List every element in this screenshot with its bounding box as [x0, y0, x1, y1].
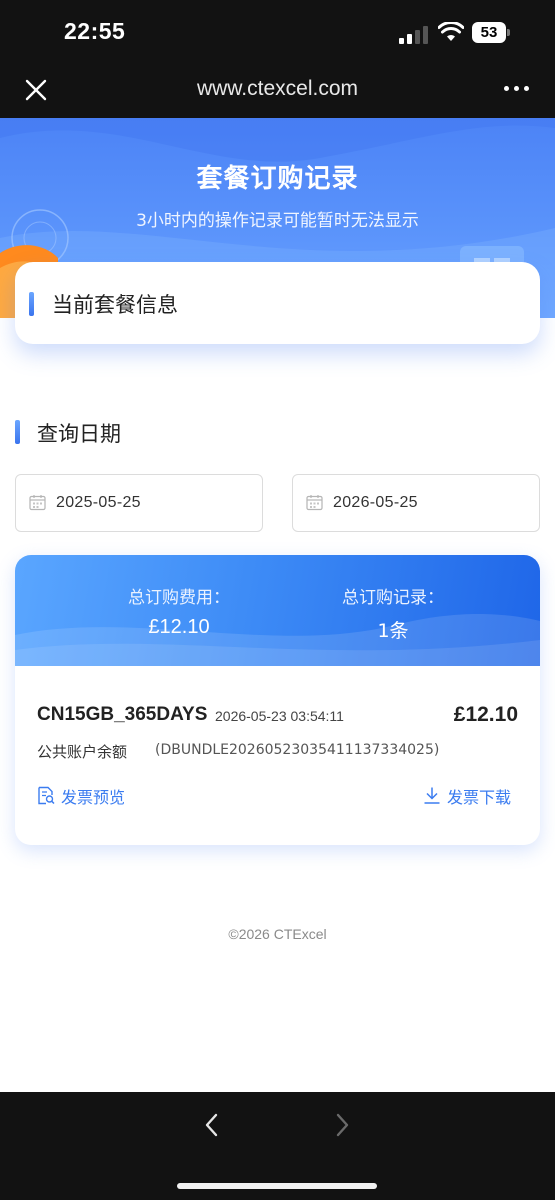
order-package-name: CN15GB_365DAYS	[37, 704, 208, 725]
url-display[interactable]: www.ctexcel.com	[0, 77, 555, 101]
invoice-preview-icon	[38, 786, 55, 805]
calendar-icon	[306, 495, 323, 511]
start-date-picker[interactable]: 2025-05-25	[15, 474, 263, 532]
order-payment-account: 公共账户余额	[37, 743, 128, 761]
invoice-preview-label: 发票预览	[61, 788, 126, 807]
section-accent-bar	[29, 292, 34, 316]
back-arrow-icon[interactable]	[200, 1112, 224, 1138]
order-id: (DBUNDLE20260523035411137334025)	[155, 742, 440, 758]
home-indicator[interactable]	[177, 1183, 377, 1189]
order-summary-card: 总订购费用： £12.10 总订购记录： 1条 CN15GB_365DAYS 2…	[15, 555, 540, 845]
start-date-value: 2025-05-25	[56, 494, 141, 511]
total-records-block: 总订购记录： 1条	[293, 583, 493, 643]
total-fee-block: 总订购费用： £12.10	[79, 583, 279, 639]
more-dots-icon[interactable]	[504, 86, 534, 96]
battery-level: 53	[472, 22, 506, 43]
footer-copyright: ©2026 CTExcel	[228, 926, 327, 942]
query-date-title: 查询日期	[37, 422, 121, 446]
summary-header: 总订购费用： £12.10 总订购记录： 1条	[15, 555, 540, 666]
total-fee-label: 总订购费用：	[128, 588, 230, 608]
forward-arrow-icon[interactable]	[330, 1112, 354, 1138]
total-fee-value: £12.10	[148, 616, 210, 638]
page-title: 套餐订购记录	[196, 164, 359, 194]
end-date-picker[interactable]: 2026-05-25	[292, 474, 540, 532]
end-date-value: 2026-05-25	[333, 494, 418, 511]
status-bar: 22:55 53	[0, 0, 555, 62]
wifi-icon	[438, 22, 464, 41]
current-package-title: 当前套餐信息	[52, 293, 178, 317]
browser-nav-bar: www.ctexcel.com	[0, 62, 555, 118]
status-time: 22:55	[64, 18, 126, 44]
invoice-download-label: 发票下载	[447, 788, 512, 807]
page-subtitle: 3小时内的操作记录可能暂时无法显示	[136, 211, 419, 231]
section-accent-bar	[15, 420, 20, 444]
order-time: 2026-05-23 03:54:11	[215, 708, 344, 724]
total-records-label: 总订购记录：	[342, 588, 444, 608]
invoice-download-button[interactable]: 发票下载	[423, 784, 523, 807]
cellular-signal-icon	[399, 24, 429, 44]
order-price: £12.10	[453, 703, 518, 726]
browser-bottom-toolbar	[0, 1092, 555, 1200]
download-icon	[424, 787, 440, 804]
calendar-icon	[29, 495, 46, 511]
invoice-preview-button[interactable]: 发票预览	[37, 784, 147, 807]
current-package-card[interactable]: 当前套餐信息	[15, 262, 540, 344]
total-records-value: 1条	[377, 620, 409, 642]
battery-icon: 53	[472, 22, 510, 43]
